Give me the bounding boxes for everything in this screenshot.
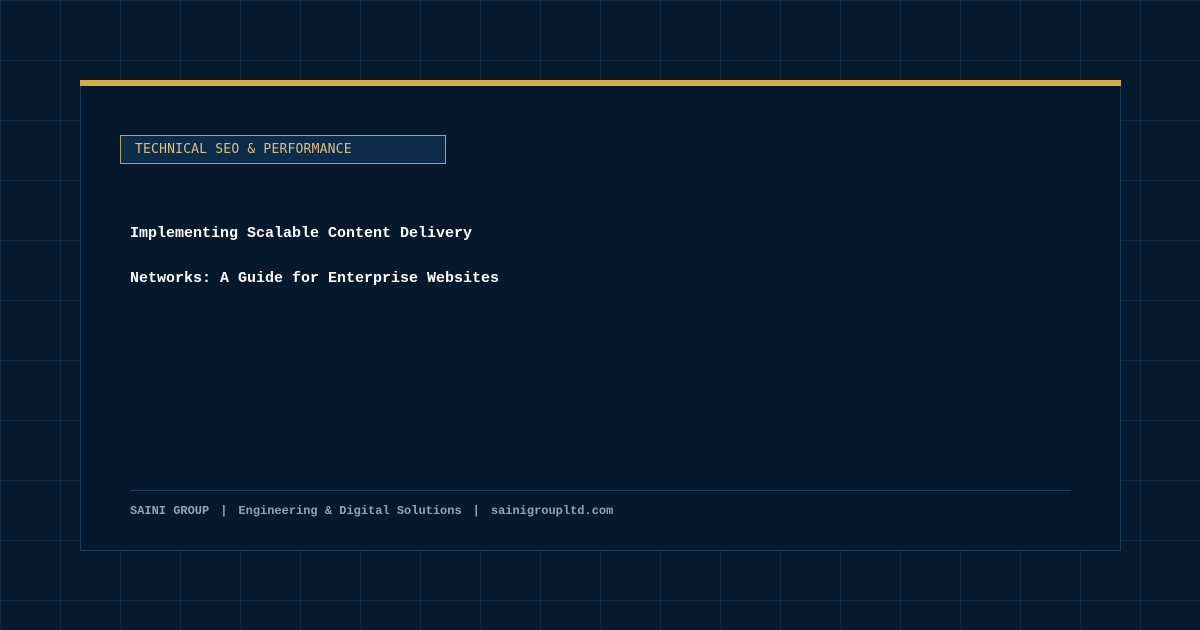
footer: SAINI GROUP | Engineering & Digital Soluti…	[130, 504, 613, 518]
category-badge-label: TECHNICAL SEO & PERFORMANCE	[135, 142, 352, 157]
accent-bar	[80, 80, 1121, 86]
footer-divider	[130, 490, 1071, 491]
category-badge: TECHNICAL SEO & PERFORMANCE	[120, 135, 446, 164]
article-title: Implementing Scalable Content Delivery N…	[130, 211, 1030, 301]
title-line-1: Implementing Scalable Content Delivery	[130, 225, 473, 242]
company-name: SAINI GROUP	[130, 504, 210, 518]
footer-separator: |	[220, 504, 228, 518]
website-link[interactable]: sainigroupltd.com	[491, 504, 613, 518]
article-card: TECHNICAL SEO & PERFORMANCE Implementing…	[80, 80, 1121, 551]
company-tagline: Engineering & Digital Solutions	[238, 504, 462, 518]
title-line-2: Networks: A Guide for Enterprise Website…	[130, 270, 500, 287]
footer-separator: |	[472, 504, 480, 518]
